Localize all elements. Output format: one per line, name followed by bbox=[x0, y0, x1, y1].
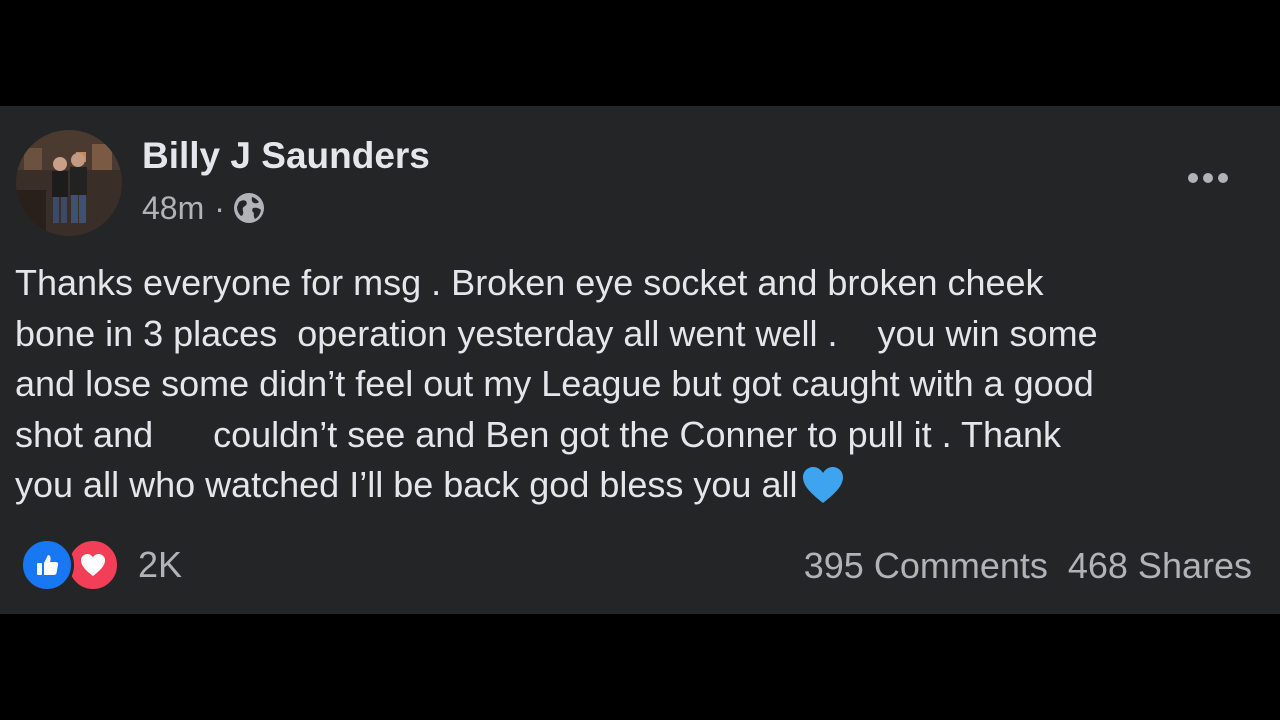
post-body-line: bone in 3 places operation yesterday all… bbox=[15, 312, 1098, 354]
more-dot bbox=[1188, 173, 1198, 183]
post-body-line: you all who watched I’ll be back god ble… bbox=[15, 464, 798, 505]
more-dot bbox=[1218, 173, 1228, 183]
blue-heart-emoji bbox=[801, 465, 845, 505]
post-body-line-last: you all who watched I’ll be back god ble… bbox=[15, 460, 1265, 511]
reactions-summary[interactable]: 2K bbox=[20, 538, 183, 592]
more-options-icon[interactable] bbox=[1180, 162, 1236, 194]
more-dot bbox=[1203, 173, 1213, 183]
post-timestamp[interactable]: 48m bbox=[142, 190, 204, 227]
post-stats: 395 Comments 468 Shares bbox=[804, 540, 1252, 592]
love-icon bbox=[66, 538, 120, 592]
post-meta: 48m · bbox=[142, 188, 265, 228]
like-icon bbox=[20, 538, 74, 592]
post-body-line: Thanks everyone for msg . Broken eye soc… bbox=[15, 262, 1044, 303]
reaction-count: 2K bbox=[138, 544, 183, 585]
author-name[interactable]: Billy J Saunders bbox=[142, 134, 430, 178]
post-body: Thanks everyone for msg . Broken eye soc… bbox=[15, 258, 1265, 511]
author-avatar[interactable] bbox=[16, 130, 122, 236]
globe-icon[interactable] bbox=[233, 192, 265, 224]
post-body-line: shot and couldn’t see and Ben got the Co… bbox=[15, 413, 1062, 455]
meta-separator: · bbox=[214, 189, 225, 226]
shares-count-link[interactable]: 468 Shares bbox=[1068, 545, 1252, 587]
comments-count-link[interactable]: 395 Comments bbox=[804, 545, 1048, 587]
post-body-line: and lose some didn’t feel out my League … bbox=[15, 363, 1094, 404]
